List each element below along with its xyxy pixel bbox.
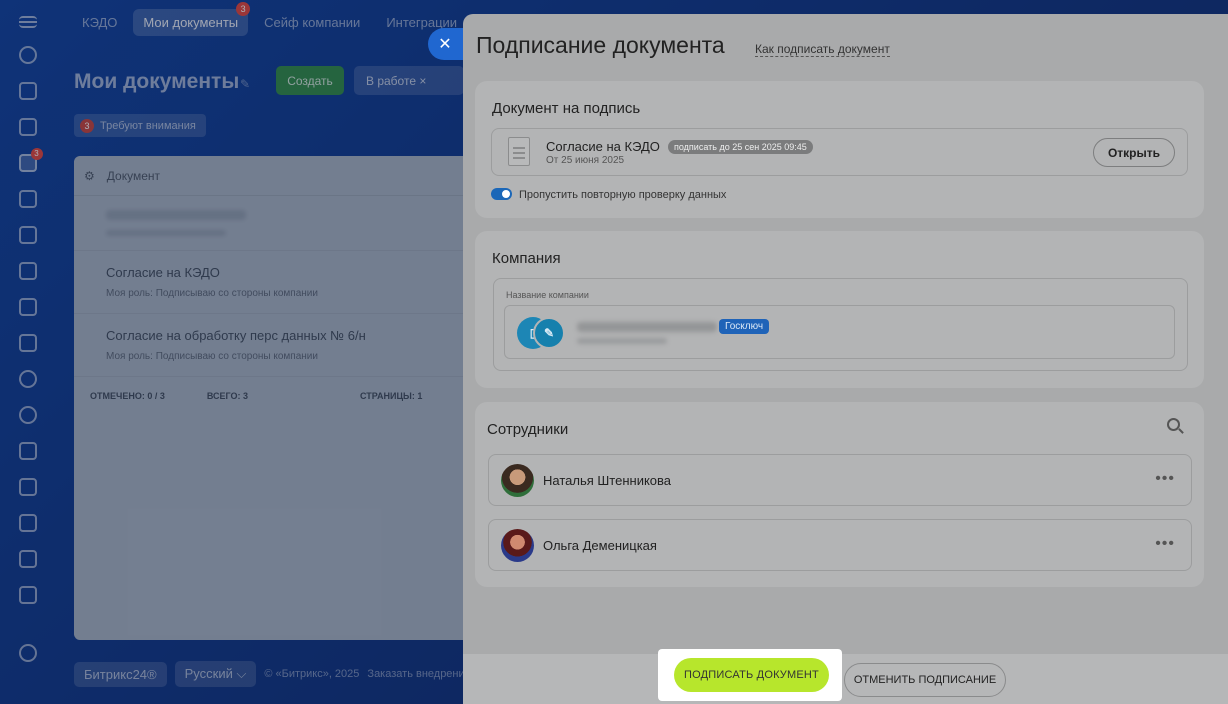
cancel-signing-button[interactable]: ОТМЕНИТЬ ПОДПИСАНИЕ xyxy=(844,663,1006,697)
close-icon: ✕ xyxy=(438,36,452,53)
file-icon xyxy=(508,137,530,166)
blurred-company-sub xyxy=(577,338,667,344)
search-icon[interactable] xyxy=(1167,418,1180,431)
employees-section-title: Сотрудники xyxy=(487,421,569,438)
more-icon[interactable]: ••• xyxy=(1155,535,1175,553)
close-panel-button[interactable]: ✕ xyxy=(428,28,468,60)
document-card: Документ на подпись Согласие на КЭДО под… xyxy=(475,81,1204,218)
employee-row[interactable]: Ольга Деменицкая ••• xyxy=(488,519,1192,571)
help-link[interactable]: Как подписать документ xyxy=(755,42,890,57)
skip-check-toggle[interactable] xyxy=(491,188,512,200)
employee-name: Наталья Штенникова xyxy=(543,473,672,488)
avatar xyxy=(501,464,534,497)
employee-row[interactable]: Наталья Штенникова ••• xyxy=(488,454,1192,506)
document-section-title: Документ на подпись xyxy=(492,100,641,117)
sign-document-button[interactable]: ПОДПИСАТЬ ДОКУМЕНТ xyxy=(674,658,829,692)
company-select[interactable]: ▯ ✎ Госключ xyxy=(504,305,1175,359)
signature-avatar: ✎ xyxy=(533,317,565,349)
document-date: От 25 июня 2025 xyxy=(546,155,625,166)
deadline-badge: подписать до 25 сен 2025 09:45 xyxy=(668,140,813,154)
company-field: Название компании ▯ ✎ Госключ xyxy=(493,278,1188,371)
document-item: Согласие на КЭДО подписать до 25 сен 202… xyxy=(491,128,1188,176)
pen-icon: ✎ xyxy=(543,326,555,340)
blurred-company-name xyxy=(577,322,717,332)
panel-title: Подписание документа xyxy=(476,32,725,58)
company-section-title: Компания xyxy=(492,250,561,267)
more-icon[interactable]: ••• xyxy=(1155,470,1175,488)
document-name: Согласие на КЭДО xyxy=(546,139,660,154)
employee-name: Ольга Деменицкая xyxy=(543,538,657,553)
avatar xyxy=(501,529,534,562)
company-field-label: Название компании xyxy=(506,290,589,300)
goskey-badge: Госключ xyxy=(719,319,770,334)
employees-card: Сотрудники Наталья Штенникова ••• Ольга … xyxy=(475,402,1204,587)
skip-check-label: Пропустить повторную проверку данных xyxy=(519,189,727,201)
company-card: Компания Название компании ▯ ✎ Госключ xyxy=(475,231,1204,388)
open-button[interactable]: Открыть xyxy=(1093,138,1175,167)
signing-panel: Подписание документа Как подписать докум… xyxy=(463,14,1228,704)
